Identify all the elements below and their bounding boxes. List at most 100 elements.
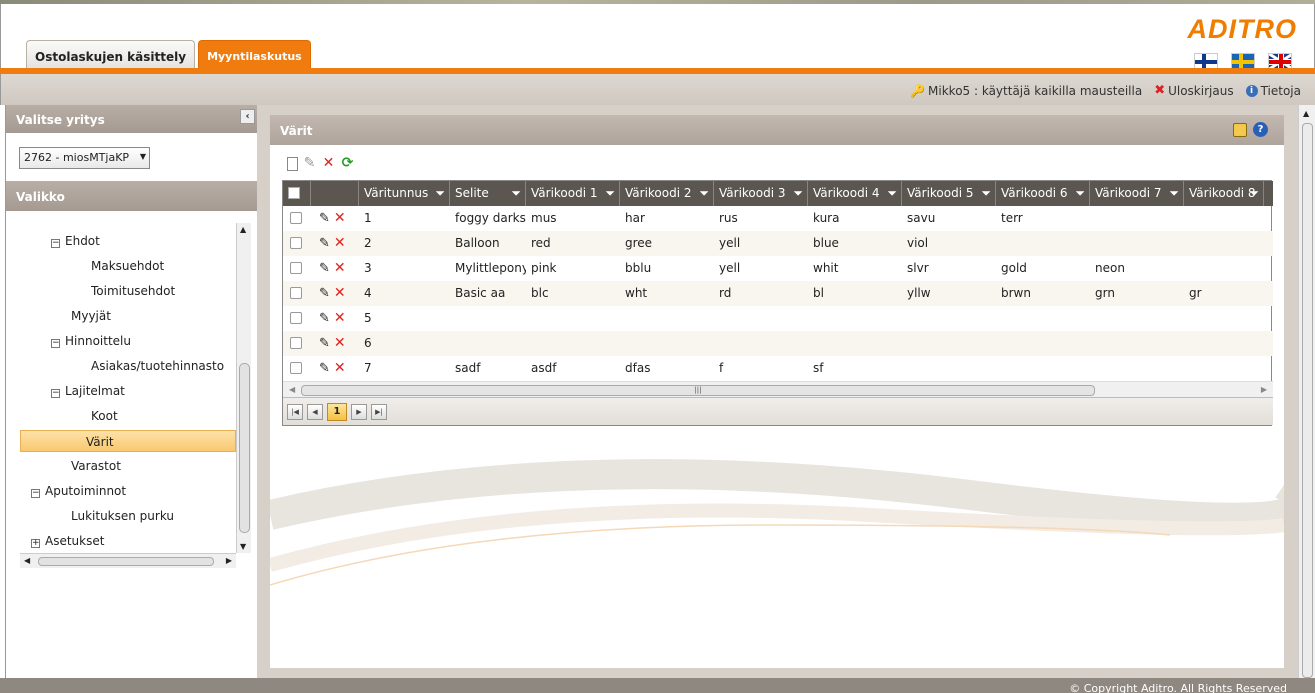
menu-item[interactable]: Maksuehdot: [91, 255, 164, 277]
collapse-icon[interactable]: −: [51, 339, 60, 348]
swedish-flag-icon[interactable]: [1231, 53, 1255, 69]
table-row[interactable]: ✎ ✕ 6: [283, 331, 1273, 356]
scroll-thumb[interactable]: [239, 363, 250, 533]
collapse-icon[interactable]: −: [51, 239, 60, 248]
hscroll-thumb[interactable]: [38, 557, 214, 566]
filter-icon[interactable]: ⏷: [699, 181, 709, 206]
row-checkbox[interactable]: [290, 312, 302, 324]
filter-icon[interactable]: ⏷: [605, 181, 615, 206]
next-page-button[interactable]: ▶: [351, 403, 367, 420]
grid-scroll-right-icon[interactable]: ▶: [1261, 385, 1267, 394]
delete-row-icon[interactable]: ✕: [334, 310, 346, 326]
refresh-icon[interactable]: ⟳: [340, 156, 355, 171]
menu-item[interactable]: Varastot: [71, 455, 121, 477]
help-icon[interactable]: ?: [1253, 122, 1268, 137]
menu-item[interactable]: + Asetukset: [31, 530, 104, 552]
filter-icon[interactable]: ⏷: [435, 181, 445, 206]
grid-hscroll-thumb[interactable]: |||: [301, 385, 1095, 396]
column-header[interactable]: Värikoodi 4 ⏷: [808, 181, 902, 206]
filter-icon[interactable]: ⏷: [1075, 181, 1085, 206]
table-row[interactable]: ✎ ✕ 3 Mylittlepony pink bblu yell whit slvr gold n…: [283, 256, 1273, 281]
delete-row-icon[interactable]: ✕: [334, 335, 346, 351]
filter-icon[interactable]: ⏷: [887, 181, 897, 206]
menu-item[interactable]: − Ehdot: [51, 230, 100, 252]
page-number-button[interactable]: 1: [327, 402, 347, 421]
delete-row-icon[interactable]: ✕: [334, 210, 346, 226]
column-header[interactable]: Värikoodi 7 ⏷: [1090, 181, 1184, 206]
row-checkbox[interactable]: [290, 212, 302, 224]
scroll-right-icon[interactable]: ▶: [226, 556, 232, 565]
edit-row-icon[interactable]: ✎: [319, 336, 330, 351]
column-header[interactable]: Värikoodi 6 ⏷: [996, 181, 1090, 206]
collapse-icon[interactable]: −: [31, 489, 40, 498]
column-header[interactable]: Värikoodi 8 ⏷: [1184, 181, 1264, 206]
menu-item[interactable]: Toimitusehdot: [91, 280, 175, 302]
info-link[interactable]: i Tietoja: [1245, 83, 1301, 98]
menu-item[interactable]: Myyjät: [71, 305, 111, 327]
column-header[interactable]: Väritunnus ⏷: [359, 181, 450, 206]
uk-flag-icon[interactable]: [1268, 53, 1292, 69]
row-checkbox[interactable]: [290, 362, 302, 374]
menu-vertical-scrollbar[interactable]: ▲ ▼: [236, 223, 251, 553]
page-vertical-scrollbar[interactable]: ▲: [1298, 105, 1315, 678]
filter-icon[interactable]: ⏷: [511, 181, 521, 206]
menu-item[interactable]: Asiakas/tuotehinnasto: [91, 355, 224, 377]
company-select[interactable]: 2762 - miosMTjaKP ▼: [19, 147, 150, 169]
column-header[interactable]: Värikoodi 5 ⏷: [902, 181, 996, 206]
filter-icon[interactable]: ⏷: [981, 181, 991, 206]
scroll-up-icon[interactable]: ▲: [240, 225, 246, 234]
menu-item[interactable]: Värit: [20, 430, 236, 452]
prev-page-button[interactable]: ◀: [307, 403, 323, 420]
edit-row-icon[interactable]: ✎: [319, 311, 330, 326]
table-row[interactable]: ✎ ✕ 2 Balloon red gree yell blue viol: [283, 231, 1273, 256]
finnish-flag-icon[interactable]: [1194, 53, 1218, 69]
edit-record-icon[interactable]: ✎: [302, 156, 317, 171]
last-page-button[interactable]: ▶|: [371, 403, 387, 420]
delete-row-icon[interactable]: ✕: [334, 260, 346, 276]
row-checkbox[interactable]: [290, 337, 302, 349]
table-row[interactable]: ✎ ✕ 5: [283, 306, 1273, 331]
collapse-sidebar-button[interactable]: ‹: [240, 109, 255, 124]
edit-row-icon[interactable]: ✎: [319, 361, 330, 376]
delete-row-icon[interactable]: ✕: [334, 235, 346, 251]
table-row[interactable]: ✎ ✕ 4 Basic aa blc wht rd bl yllw brwn grn gr: [283, 281, 1273, 306]
new-record-icon[interactable]: [287, 156, 298, 171]
grid-horizontal-scrollbar[interactable]: ◀ ||| ▶: [283, 381, 1273, 397]
column-header[interactable]: Värikoodi 2 ⏷: [620, 181, 714, 206]
logout-link[interactable]: ✖ Uloskirjaus: [1154, 83, 1233, 98]
column-header[interactable]: Selite ⏷: [450, 181, 526, 206]
edit-row-icon[interactable]: ✎: [319, 236, 330, 251]
filter-icon[interactable]: ⏷: [1169, 181, 1179, 206]
page-scroll-thumb[interactable]: [1302, 123, 1313, 678]
menu-horizontal-scrollbar[interactable]: ◀ ▶: [20, 553, 236, 568]
row-checkbox[interactable]: [290, 287, 302, 299]
page-scroll-up-icon[interactable]: ▲: [1303, 109, 1309, 118]
filter-icon[interactable]: ⏷: [1249, 181, 1259, 206]
expand-icon[interactable]: +: [31, 539, 40, 548]
collapse-icon[interactable]: −: [51, 389, 60, 398]
edit-row-icon[interactable]: ✎: [319, 211, 330, 226]
edit-row-icon[interactable]: ✎: [319, 286, 330, 301]
row-checkbox[interactable]: [290, 237, 302, 249]
scroll-left-icon[interactable]: ◀: [24, 556, 30, 565]
first-page-button[interactable]: |◀: [287, 403, 303, 420]
menu-item[interactable]: − Lajitelmat: [51, 380, 125, 402]
menu-item[interactable]: Lukituksen purku: [71, 505, 174, 527]
edit-row-icon[interactable]: ✎: [319, 261, 330, 276]
delete-record-icon[interactable]: ✕: [321, 156, 336, 171]
filter-icon[interactable]: ⏷: [793, 181, 803, 206]
select-all-checkbox[interactable]: [288, 187, 300, 199]
menu-item[interactable]: − Hinnoittelu: [51, 330, 131, 352]
home-icon[interactable]: [1233, 122, 1247, 137]
column-header[interactable]: Värikoodi 1 ⏷: [526, 181, 620, 206]
user-info[interactable]: 🔑 Mikko5 : käyttäjä kaikilla mausteilla: [910, 83, 1142, 98]
menu-item[interactable]: Koot: [91, 405, 118, 427]
delete-row-icon[interactable]: ✕: [334, 285, 346, 301]
grid-scroll-left-icon[interactable]: ◀: [289, 385, 295, 394]
delete-row-icon[interactable]: ✕: [334, 360, 346, 376]
table-row[interactable]: ✎ ✕ 7 sadf asdf dfas f sf: [283, 356, 1273, 381]
scroll-down-icon[interactable]: ▼: [240, 542, 246, 551]
menu-item[interactable]: − Aputoiminnot: [31, 480, 126, 502]
row-checkbox[interactable]: [290, 262, 302, 274]
table-row[interactable]: ✎ ✕ 1 foggy darks mus har rus kura savu terr: [283, 206, 1273, 231]
